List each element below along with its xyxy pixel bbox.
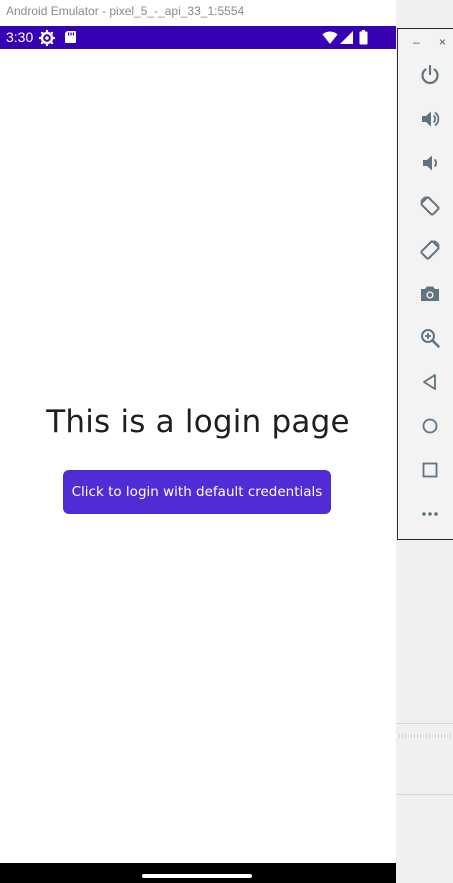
cell-signal-icon	[340, 31, 353, 44]
page-title: This is a login page	[46, 404, 350, 440]
resize-grip[interactable]	[398, 734, 453, 738]
emulator-lower-panel	[396, 723, 453, 795]
power-icon[interactable]	[418, 63, 442, 87]
close-button[interactable]: ×	[439, 35, 446, 49]
home-icon[interactable]	[418, 414, 442, 438]
rotate-left-icon[interactable]	[418, 194, 442, 218]
emulator-titlebar: Android Emulator - pixel_5_-_api_33_1:55…	[0, 0, 397, 26]
rotate-right-icon[interactable]	[418, 238, 442, 262]
volume-up-icon[interactable]	[418, 107, 442, 131]
more-icon[interactable]	[418, 502, 442, 526]
overview-icon[interactable]	[418, 458, 442, 482]
battery-icon	[359, 30, 368, 45]
settings-gear-icon	[39, 30, 55, 46]
zoom-icon[interactable]	[418, 326, 442, 350]
back-icon[interactable]	[418, 370, 442, 394]
wifi-icon	[322, 31, 338, 44]
status-bar: 3:30	[0, 26, 396, 49]
window-title: Android Emulator - pixel_5_-_api_33_1:55…	[6, 4, 245, 18]
phone-screen: 3:30 This is a login page Click to login…	[0, 26, 396, 883]
sd-card-icon	[65, 31, 76, 43]
emulator-toolbar: – ×	[397, 28, 453, 540]
navigation-bar	[0, 863, 396, 883]
camera-icon[interactable]	[418, 282, 442, 306]
login-default-credentials-button[interactable]: Click to login with default credentials	[63, 470, 331, 514]
status-time: 3:30	[6, 29, 34, 45]
volume-down-icon[interactable]	[418, 151, 442, 175]
gesture-handle[interactable]	[142, 874, 252, 878]
minimize-button[interactable]: –	[413, 35, 420, 49]
